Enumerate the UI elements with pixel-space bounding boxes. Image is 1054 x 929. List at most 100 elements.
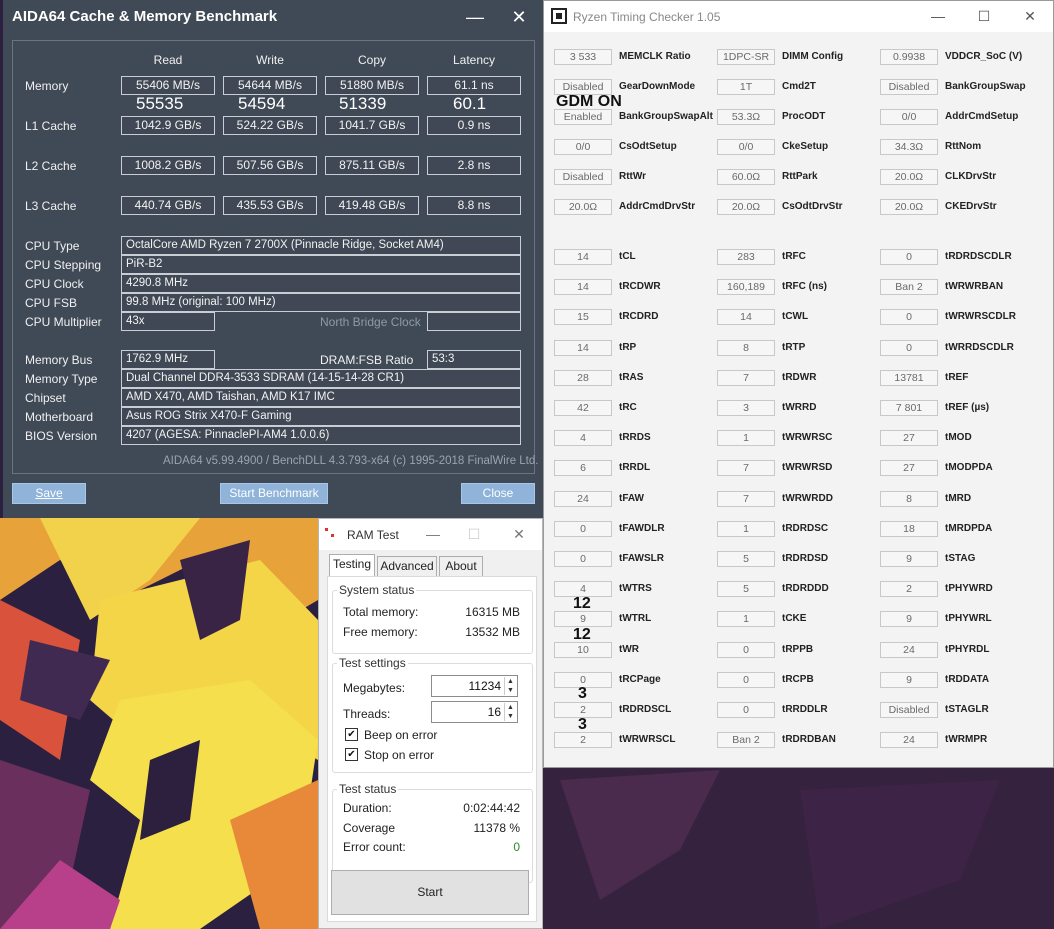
minimize-icon[interactable]: —	[928, 6, 948, 26]
value-tcke: 1	[717, 611, 775, 628]
close-button[interactable]: Close	[461, 483, 535, 504]
label-twrmpr: tWRMPR	[945, 734, 988, 746]
error-count-label: Error count:	[343, 840, 406, 854]
aida64-footer: AIDA64 v5.99.4900 / BenchDLL 4.3.793-x64…	[163, 455, 539, 467]
value-trp: 14	[554, 339, 612, 356]
stop-on-error-checkbox[interactable]: ✔	[345, 748, 358, 761]
megabytes-input[interactable]: 11234 ▲ ▼	[431, 675, 518, 697]
label-tfawdlr: tFAWDLR	[619, 522, 665, 534]
stop-on-error-label: Stop on error	[364, 748, 435, 762]
rtc-titlebar[interactable]: Ryzen Timing Checker 1.05 — ☐ ✕	[544, 1, 1053, 32]
value-tfawslr: 0	[554, 551, 612, 567]
label-trcpage: tRCPage	[619, 673, 661, 685]
info-value-motherboard: Asus ROG Strix X470-F Gaming	[121, 407, 521, 426]
maximize-icon[interactable]: ☐	[974, 6, 994, 26]
info-value-cpu-stepping: PiR-B2	[121, 255, 521, 274]
info-value-cpu-clock: 4290.8 MHz	[121, 274, 521, 293]
l2-copy: 875.11 GB/s	[325, 156, 419, 175]
l1-read: 1042.9 GB/s	[121, 116, 215, 135]
label-trcdwr: tRCDWR	[619, 281, 661, 293]
value-trppb: 0	[717, 641, 775, 658]
value-trdrdsd: 5	[717, 551, 775, 567]
label-trdrdscdlr: tRDRDSCDLR	[945, 251, 1012, 262]
value-addrcmddrvstr: 20.0Ω	[554, 199, 612, 215]
megabytes-spinner-icon[interactable]: ▲ ▼	[504, 677, 516, 695]
tab-about[interactable]: About	[439, 556, 483, 576]
tab-advanced[interactable]: Advanced	[377, 556, 437, 576]
l2-read: 1008.2 GB/s	[121, 156, 215, 175]
rtc-title: Ryzen Timing Checker 1.05	[573, 10, 721, 24]
memory-write-previous: 54594	[238, 94, 286, 113]
label-trdrdban: tRDRDBAN	[782, 734, 836, 746]
tab-testing[interactable]: Testing	[329, 554, 375, 577]
threads-label: Threads:	[343, 707, 391, 721]
minimize-icon[interactable]: —	[463, 5, 487, 29]
value-tmodpda: 27	[880, 460, 938, 477]
close-icon[interactable]: ✕	[509, 524, 529, 544]
annotation-gdm-on: GDM ON	[556, 93, 622, 110]
start-benchmark-button[interactable]: Start Benchmark	[220, 483, 328, 504]
value-twrwrsc: 1	[717, 430, 775, 447]
label-trcpb: tRCPB	[782, 673, 814, 685]
dram-fsb-value: 53:3	[427, 350, 521, 369]
beep-on-error-checkbox[interactable]: ✔	[345, 728, 358, 741]
value-rttpark: 60.0Ω	[717, 169, 775, 185]
start-button[interactable]: Start	[331, 870, 529, 915]
duration-label: Duration:	[343, 801, 392, 815]
value-tstaglr: Disabled	[880, 702, 938, 718]
value-tref: 13781	[880, 369, 938, 386]
label-trdwr: tRDWR	[782, 371, 817, 383]
value-twrwrsd: 7	[717, 460, 775, 477]
row-label-l3: L3 Cache	[25, 199, 77, 213]
info-label-cpu-stepping: CPU Stepping	[25, 258, 102, 272]
value-tmrd: 8	[880, 490, 938, 507]
label-tstag: tSTAG	[945, 553, 976, 564]
l1-write: 524.22 GB/s	[223, 116, 317, 135]
value-trdrdscdlr: 0	[880, 249, 938, 265]
system-status-group	[332, 590, 533, 654]
info-label-memory-type: Memory Type	[25, 372, 98, 386]
ram-test-window: RAM Test — ☐ ✕ Testing Advanced About Sy…	[318, 518, 543, 929]
label-twrwrsd: tWRWRSD	[782, 462, 833, 474]
label-twrwrdd: tWRWRDD	[782, 492, 833, 504]
label-trrds: tRRDS	[619, 432, 651, 444]
value-trfc-ns: 160,189	[717, 279, 775, 296]
threads-input[interactable]: 16 ▲ ▼	[431, 701, 518, 723]
label-rttwr: RttWr	[619, 171, 647, 182]
label-procodt: ProcODT	[782, 111, 826, 122]
value-twrrd: 3	[717, 400, 775, 416]
info-label-motherboard: Motherboard	[25, 410, 94, 424]
label-trppb: tRPPB	[782, 643, 814, 655]
ramtest-titlebar[interactable]: RAM Test — ☐ ✕	[319, 519, 542, 550]
close-icon[interactable]: ✕	[1020, 6, 1040, 26]
threads-spinner-icon[interactable]: ▲ ▼	[504, 703, 516, 721]
total-memory-value: 16315 MB	[465, 605, 520, 619]
info-label-bios-version: BIOS Version	[25, 429, 98, 443]
label-rttnom: RttNom	[945, 141, 982, 152]
row-label-l2: L2 Cache	[25, 159, 77, 173]
value-twrrdscdlr: 0	[880, 339, 938, 356]
value-dimm-config: 1DPC-SR	[717, 49, 775, 65]
minimize-icon[interactable]: —	[423, 524, 443, 544]
value-trtp: 8	[717, 339, 775, 356]
value-vddcr-soc-v: 0.9938	[880, 49, 938, 65]
label-twtrl: tWTRL	[619, 613, 652, 625]
label-memclk-ratio: MEMCLK Ratio	[619, 51, 691, 62]
test-status-label: Test status	[337, 782, 399, 796]
save-button[interactable]: Save	[12, 483, 86, 504]
memory-write: 54644 MB/s	[223, 76, 317, 95]
value-trcpb: 0	[717, 671, 775, 688]
app-logo-icon	[551, 8, 567, 24]
value-procodt: 53.3Ω	[717, 109, 775, 125]
label-csodtsetup: CsOdtSetup	[619, 141, 677, 152]
info-label-memory-bus: Memory Bus	[25, 353, 93, 367]
label-trc: tRC	[619, 402, 637, 413]
info-value-chipset: AMD X470, AMD Taishan, AMD K17 IMC	[121, 388, 521, 407]
label-twrwrban: tWRWRBAN	[945, 281, 1004, 293]
info-value-memory-bus: 1762.9 MHz	[121, 350, 215, 369]
aida64-titlebar[interactable]: AIDA64 Cache & Memory Benchmark — ✕	[3, 0, 543, 34]
close-icon[interactable]: ✕	[507, 5, 531, 29]
label-twrwrsc: tWRWRSC	[782, 432, 833, 444]
label-tcwl: tCWL	[782, 311, 809, 323]
system-status-label: System status	[337, 583, 417, 597]
